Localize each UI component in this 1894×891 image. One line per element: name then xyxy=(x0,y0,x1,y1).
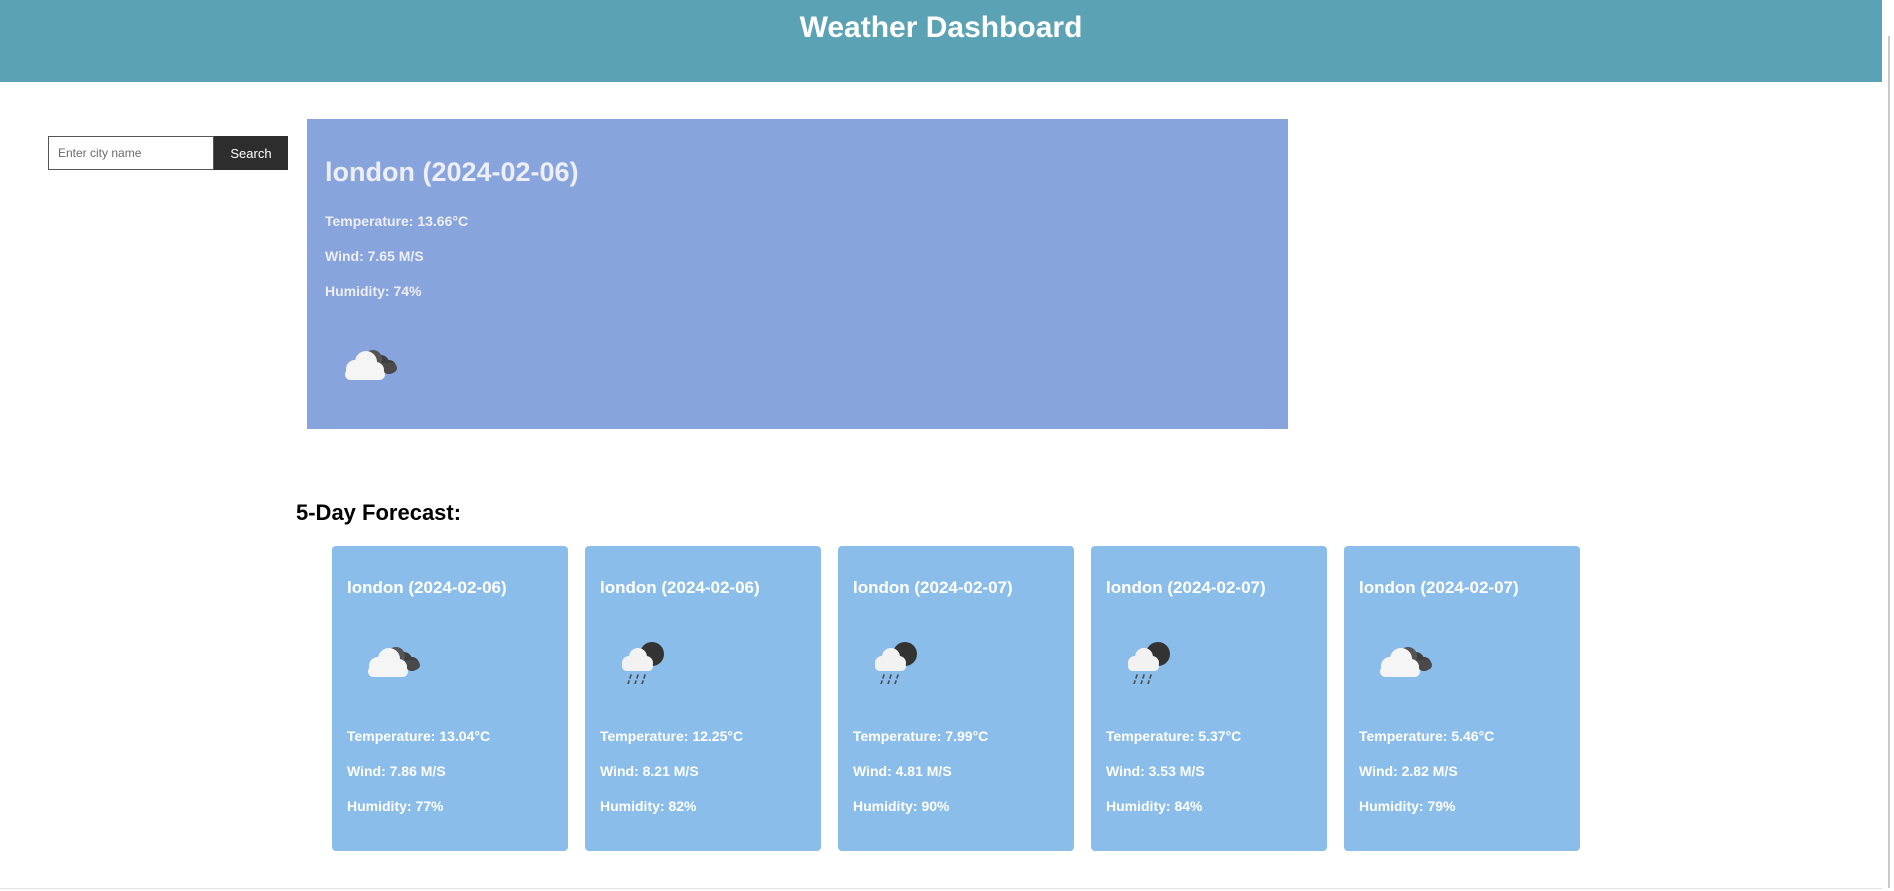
forecast-card: london (2024-02-06) Temperature: 12.25°C… xyxy=(585,546,821,851)
forecast-title: 5-Day Forecast: xyxy=(296,500,462,525)
forecast-temperature: Temperature: 7.99°C xyxy=(853,728,989,744)
current-humidity: Humidity: 74% xyxy=(325,283,422,299)
current-wind: Wind: 7.65 M/S xyxy=(325,248,424,264)
current-weather-card: london (2024-02-06) Temperature: 13.66°C… xyxy=(307,119,1288,429)
forecast-humidity: Humidity: 90% xyxy=(853,798,950,814)
forecast-card: london (2024-02-07) Temperature: 5.37°C … xyxy=(1091,546,1327,851)
scrollbar-thumb[interactable] xyxy=(1888,36,1890,888)
forecast-city-title: london (2024-02-07) xyxy=(853,578,1013,597)
forecast-card: london (2024-02-07) Temperature: 5.46°C … xyxy=(1344,546,1580,851)
forecast-temperature: Temperature: 12.25°C xyxy=(600,728,744,744)
forecast-wind: Wind: 4.81 M/S xyxy=(853,763,952,779)
city-search-input[interactable] xyxy=(48,136,214,170)
search-form: Search xyxy=(48,136,288,170)
forecast-humidity: Humidity: 77% xyxy=(347,798,444,814)
forecast-wind: Wind: 3.53 M/S xyxy=(1106,763,1205,779)
cloudy-icon xyxy=(1380,647,1432,677)
cloudy-icon xyxy=(345,350,397,380)
forecast-card: london (2024-02-07) Temperature: 7.99°C … xyxy=(838,546,1074,851)
forecast-city-title: london (2024-02-07) xyxy=(1106,578,1266,597)
rain-icon xyxy=(874,641,918,684)
forecast-wind: Wind: 8.21 M/S xyxy=(600,763,699,779)
forecast-city-title: london (2024-02-06) xyxy=(347,578,507,597)
current-city-title: london (2024-02-06) xyxy=(325,157,579,187)
forecast-temperature: Temperature: 13.04°C xyxy=(347,728,491,744)
forecast-humidity: Humidity: 79% xyxy=(1359,798,1456,814)
forecast-temperature: Temperature: 5.37°C xyxy=(1106,728,1242,744)
forecast-temperature: Temperature: 5.46°C xyxy=(1359,728,1495,744)
forecast-wind: Wind: 7.86 M/S xyxy=(347,763,446,779)
page-title: Weather Dashboard xyxy=(799,11,1083,44)
forecast-card: london (2024-02-06) Temperature: 13.04°C… xyxy=(332,546,568,851)
forecast-city-title: london (2024-02-07) xyxy=(1359,578,1519,597)
app-header: Weather Dashboard xyxy=(0,0,1882,82)
page-bottom-divider xyxy=(0,888,1882,889)
cloudy-icon xyxy=(368,647,420,677)
rain-icon xyxy=(1127,641,1171,684)
forecast-humidity: Humidity: 84% xyxy=(1106,798,1203,814)
search-button[interactable]: Search xyxy=(214,136,288,170)
rain-icon xyxy=(621,641,665,684)
current-temperature: Temperature: 13.66°C xyxy=(325,213,469,229)
forecast-city-title: london (2024-02-06) xyxy=(600,578,760,597)
forecast-humidity: Humidity: 82% xyxy=(600,798,697,814)
forecast-wind: Wind: 2.82 M/S xyxy=(1359,763,1458,779)
